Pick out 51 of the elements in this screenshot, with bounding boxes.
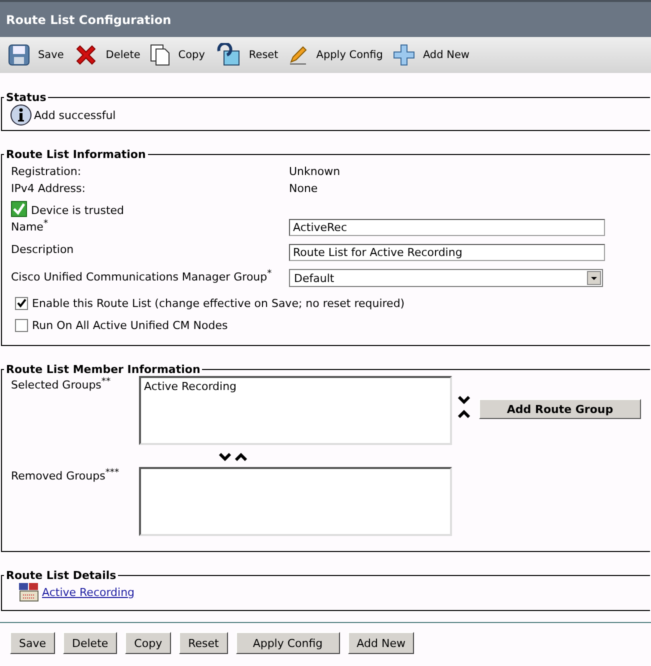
field-label: IPv4 Address: <box>11 182 86 195</box>
pencil-icon <box>288 45 308 65</box>
toolbar-button[interactable]: Add New <box>392 44 470 66</box>
list-item[interactable]: Active Recording <box>144 380 237 393</box>
status-message: Add successful <box>34 108 116 122</box>
action-button[interactable]: Delete <box>63 632 118 654</box>
action-button[interactable]: Reset <box>179 632 228 654</box>
input-field[interactable]: ActiveRec <box>289 219 605 236</box>
checkbox[interactable] <box>15 318 28 332</box>
list-box[interactable]: Active Recording <box>139 376 452 445</box>
field-label: Registration: <box>11 165 82 178</box>
field-label: Selected Groups$^{**}$ <box>11 376 112 392</box>
down-chevron-icon[interactable] <box>219 453 231 461</box>
route-group-icon <box>18 582 40 602</box>
field-label: Description <box>11 242 75 256</box>
field-label: Cisco Unified Communications Manager Group$^{*}$ <box>11 267 273 284</box>
plus-icon <box>392 44 415 66</box>
dropdown[interactable]: Default <box>289 269 603 287</box>
trust-status: Device is trusted <box>31 204 124 217</box>
toolbar-button[interactable]: Apply Config <box>288 45 383 65</box>
down-chevron-icon[interactable] <box>458 396 470 404</box>
field-value: Unknown <box>289 165 340 178</box>
field-label: Removed Groups$^{***}$ <box>11 467 120 483</box>
list-box[interactable] <box>139 467 452 536</box>
section-title: Route List Member Information <box>5 363 202 376</box>
copy-icon <box>150 44 170 66</box>
action-button[interactable]: Copy <box>125 632 172 654</box>
up-chevron-icon[interactable] <box>235 453 247 461</box>
route-group-link[interactable]: Active Recording <box>42 586 135 598</box>
x-icon <box>74 43 98 67</box>
section-title: Route List Information <box>5 148 147 161</box>
reset-icon <box>214 43 241 67</box>
info-icon <box>10 104 32 126</box>
toolbar-button[interactable]: Save <box>8 44 64 66</box>
add-route-group-button[interactable]: Add Route Group <box>479 399 641 419</box>
checkbox-option[interactable]: Run On All Active Unified CM Nodes <box>15 314 228 336</box>
action-button[interactable]: Add New <box>348 632 414 654</box>
field-value: None <box>289 182 318 195</box>
section-title: Status <box>5 91 48 104</box>
toolbar-button[interactable]: Reset <box>214 43 278 67</box>
up-chevron-icon[interactable] <box>458 410 470 418</box>
action-button[interactable]: Save <box>10 632 56 654</box>
section-title: Route List Details <box>5 569 118 582</box>
toolbar-button[interactable]: Copy <box>150 44 205 66</box>
input-field[interactable]: Route List for Active Recording <box>289 244 605 261</box>
checkbox[interactable] <box>15 296 28 310</box>
window-title: Route List Configuration <box>6 12 172 26</box>
action-button[interactable]: Apply Config <box>236 632 340 654</box>
field-label: Name$^{*}$ <box>11 217 50 234</box>
toolbar-button[interactable]: Delete <box>74 43 140 67</box>
checkbox-option[interactable]: Enable this Route List (change effective on Save; no reset required) <box>15 292 405 314</box>
